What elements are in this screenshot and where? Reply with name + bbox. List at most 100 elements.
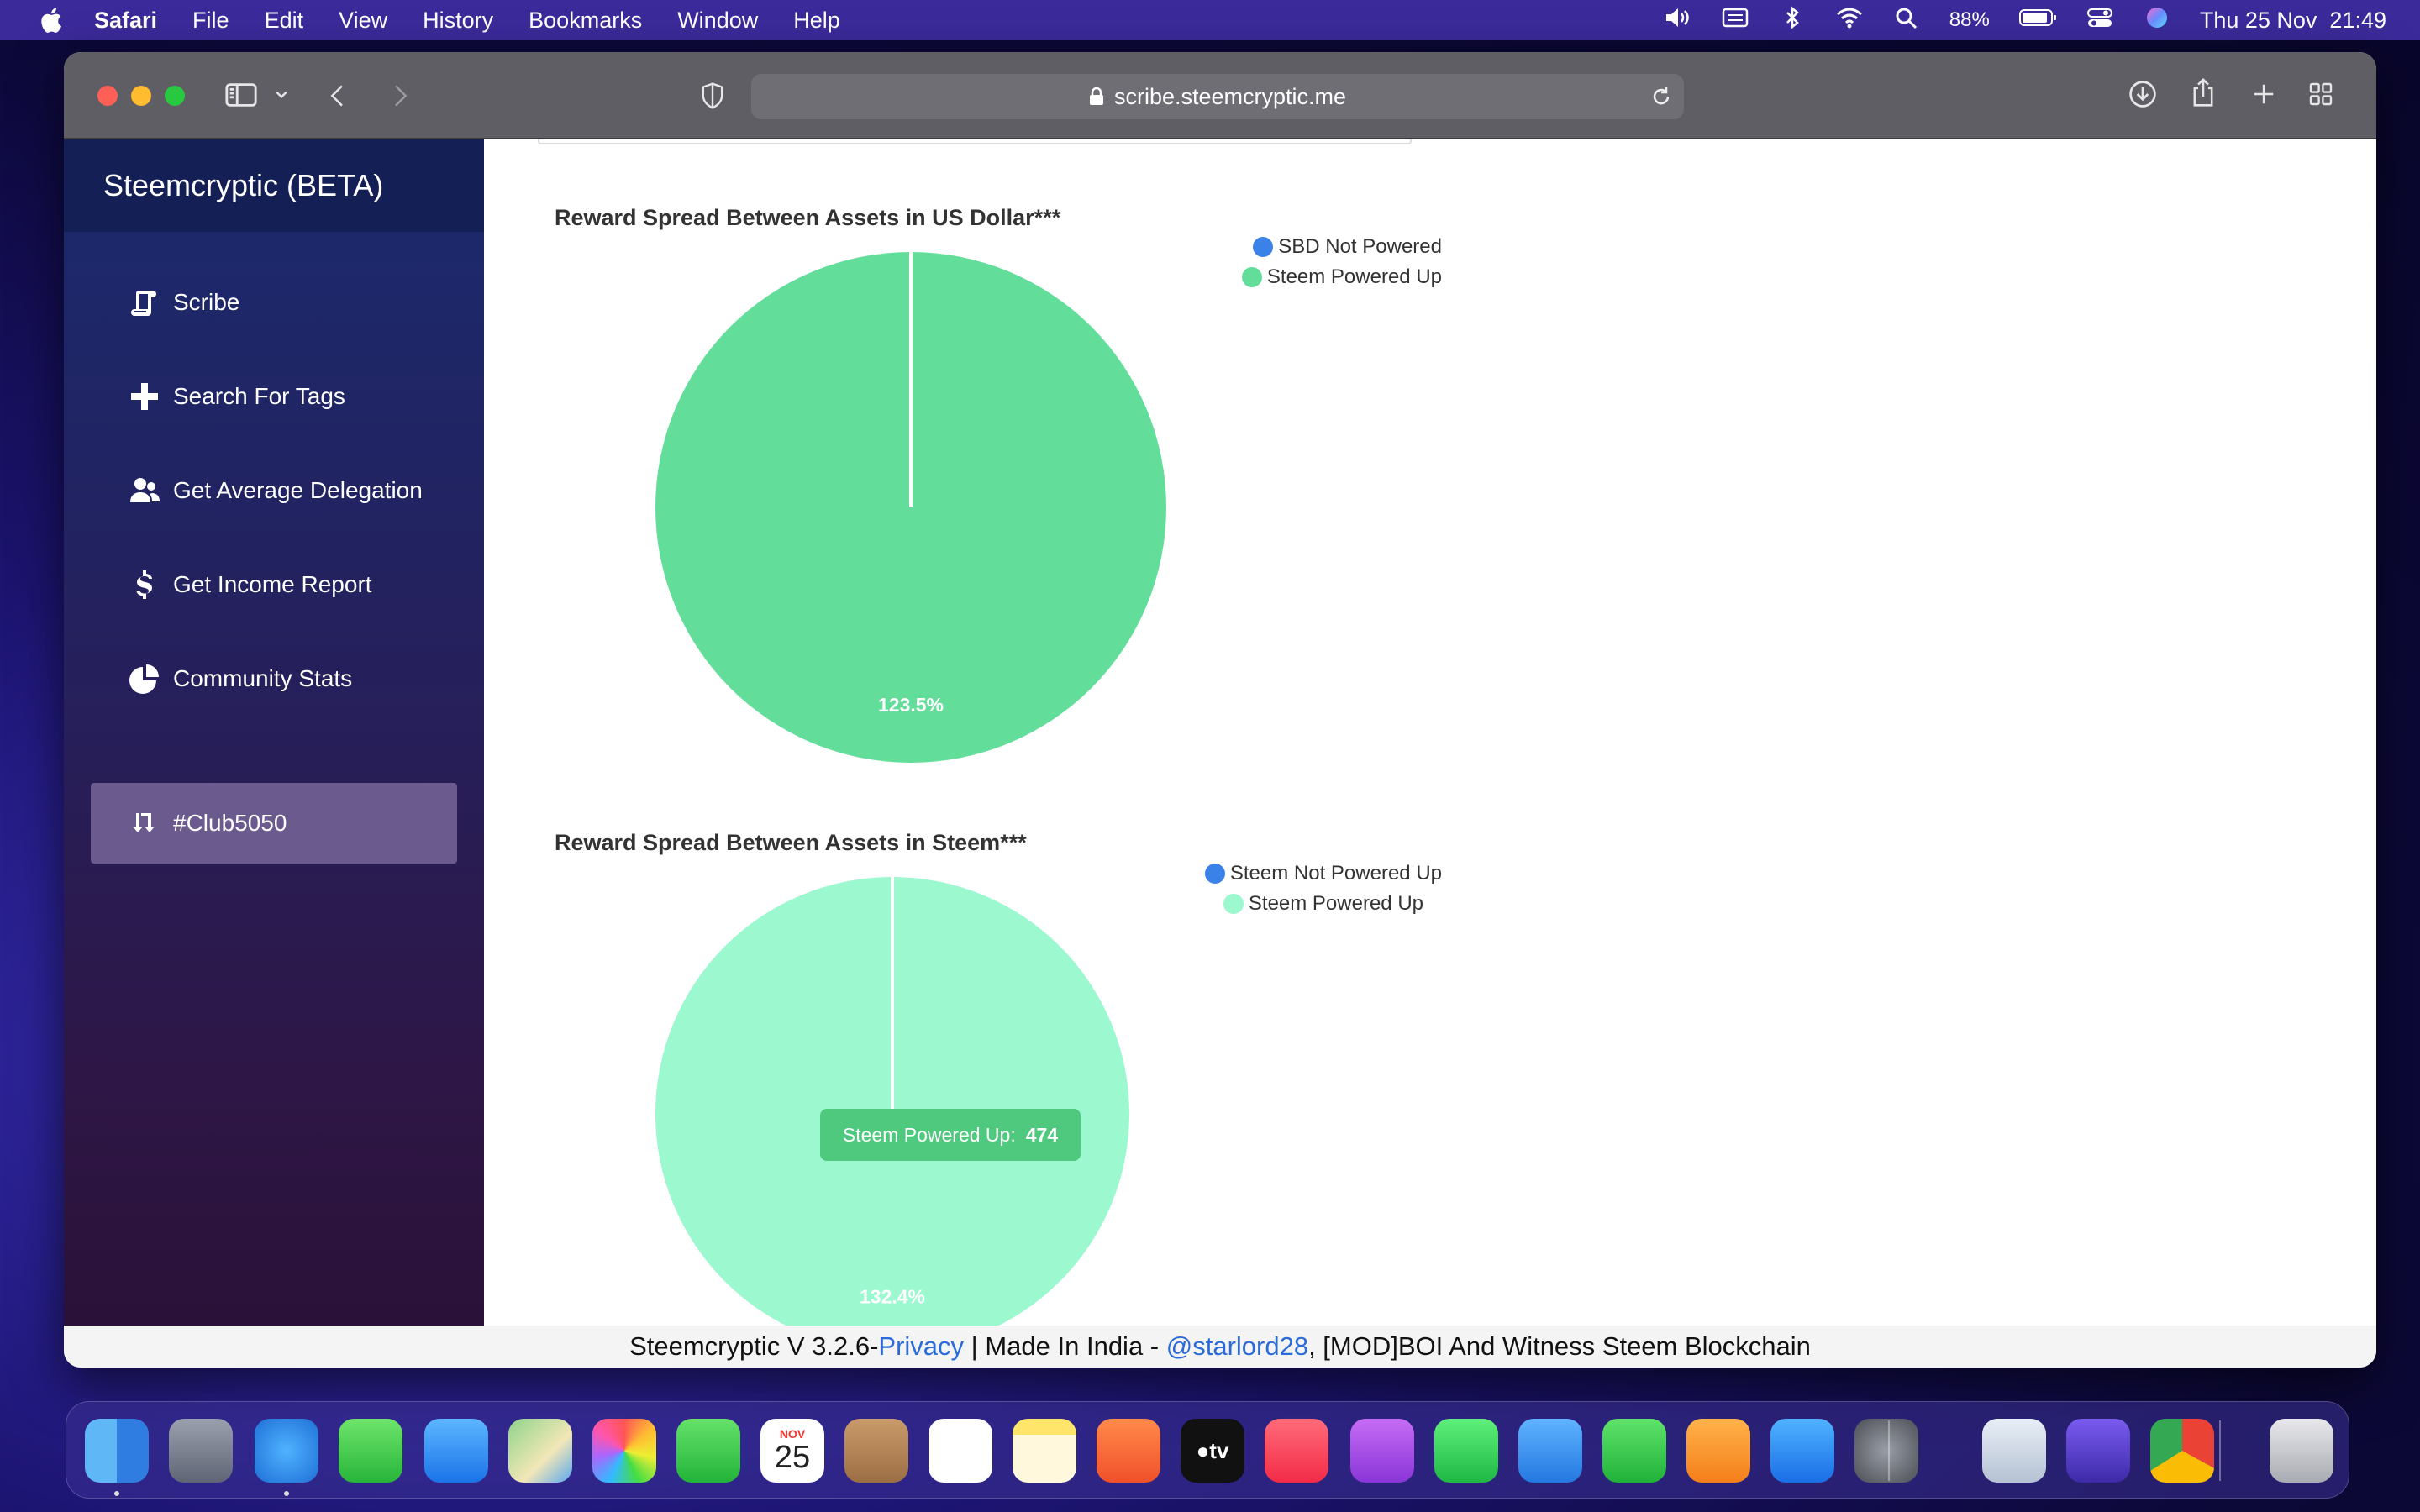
chevron-down-icon[interactable]	[269, 82, 294, 108]
sidebar-item-community-stats[interactable]: Community Stats	[91, 638, 457, 719]
dock-swift-playgrounds-icon[interactable]	[1097, 1419, 1160, 1483]
legend-label: Steem Not Powered Up	[1229, 862, 1442, 885]
author-link[interactable]: @starlord28	[1166, 1331, 1308, 1362]
dollar-icon	[128, 568, 161, 601]
menu-app-name[interactable]: Safari	[94, 8, 157, 34]
legend-item[interactable]: Steem Powered Up	[1123, 889, 1442, 919]
new-tab-icon[interactable]	[2247, 77, 2281, 111]
dock-safari-icon[interactable]	[255, 1419, 318, 1483]
sidebar-item-average-delegation[interactable]: Get Average Delegation	[91, 450, 457, 531]
dock-separator	[1888, 1420, 1890, 1481]
dock-separator	[2219, 1420, 2221, 1481]
footer-made-in: | Made In India -	[964, 1331, 1166, 1361]
back-button[interactable]	[323, 79, 353, 113]
chart-tooltip: Steem Powered Up: 474	[820, 1109, 1081, 1161]
menu-bookmarks[interactable]: Bookmarks	[529, 8, 642, 34]
sidebar-item-search-tags[interactable]: Search For Tags	[91, 356, 457, 437]
dock-numbers-icon[interactable]	[1602, 1419, 1666, 1483]
forward-button[interactable]	[385, 79, 415, 113]
menu-bar: Safari File Edit View History Bookmarks …	[0, 0, 2420, 40]
dock-music-icon[interactable]	[1265, 1419, 1328, 1483]
legend-label: Steem Powered Up	[1248, 892, 1423, 915]
share-icon[interactable]	[2186, 74, 2220, 111]
dock-contacts-icon[interactable]	[844, 1419, 908, 1483]
retweet-icon	[128, 806, 161, 840]
dock-podcasts-icon[interactable]	[1350, 1419, 1414, 1483]
menu-file[interactable]: File	[192, 8, 229, 34]
sidebar-item-label: Community Stats	[173, 665, 353, 691]
menu-view[interactable]: View	[339, 8, 387, 34]
menu-help[interactable]: Help	[793, 8, 840, 34]
legend-item[interactable]: Steem Powered Up	[1123, 262, 1442, 292]
brand-title[interactable]: Steemcryptic (BETA)	[64, 139, 484, 232]
browser-toolbar: scribe.steemcryptic.me	[64, 52, 2376, 139]
dock-keynote-icon[interactable]	[1518, 1419, 1582, 1483]
calendar-month: NOV	[779, 1427, 806, 1441]
chart-legend: Steem Not Powered Up Steem Powered Up	[1123, 858, 1442, 919]
reload-icon[interactable]	[1650, 86, 1672, 108]
dock-system-preferences-icon[interactable]	[1854, 1419, 1918, 1483]
legend-item[interactable]: Steem Not Powered Up	[1123, 858, 1442, 889]
dock-maps-icon[interactable]	[508, 1419, 572, 1483]
privacy-link[interactable]: Privacy	[878, 1331, 964, 1362]
dock-mail-icon[interactable]	[424, 1419, 488, 1483]
menu-clock[interactable]: Thu 25 Nov 21:49	[2200, 8, 2386, 34]
dock-chrome-icon[interactable]	[2150, 1419, 2214, 1483]
volume-icon[interactable]	[1664, 5, 1692, 36]
chart-title: Reward Spread Between Assets in US Dolla…	[555, 205, 1061, 230]
footer-version: Steemcryptic V 3.2.6-	[629, 1331, 879, 1361]
siri-icon[interactable]	[2143, 5, 2171, 36]
menu-edit[interactable]: Edit	[265, 8, 304, 34]
sidebar-item-income-report[interactable]: Get Income Report	[91, 544, 457, 625]
dock-notes-icon[interactable]	[1013, 1419, 1076, 1483]
sidebar-item-label: Get Income Report	[173, 571, 372, 597]
address-bar[interactable]: scribe.steemcryptic.me	[751, 74, 1684, 119]
downloads-icon[interactable]	[2126, 77, 2160, 111]
minimize-window-button[interactable]	[131, 86, 151, 106]
dock-calendar-icon[interactable]: NOV 25	[760, 1419, 824, 1483]
dock-tv-icon[interactable]: ●tv	[1181, 1419, 1244, 1483]
dock-whatsapp-icon[interactable]	[1434, 1419, 1498, 1483]
legend-swatch	[1223, 894, 1244, 914]
sidebar-item-club5050[interactable]: #Club5050	[91, 783, 457, 864]
scroll-icon	[128, 286, 161, 319]
wifi-icon[interactable]	[1835, 5, 1864, 36]
tab-overview-icon[interactable]	[2304, 77, 2338, 111]
battery-icon[interactable]	[2018, 5, 2057, 36]
calendar-day: 25	[774, 1440, 811, 1475]
dock-messages-icon[interactable]	[339, 1419, 402, 1483]
legend-item[interactable]: SBD Not Powered	[1123, 232, 1442, 262]
running-indicator	[284, 1491, 289, 1496]
dock-reminders-icon[interactable]	[929, 1419, 992, 1483]
close-window-button[interactable]	[97, 86, 118, 106]
control-center-icon[interactable]	[2086, 5, 2114, 36]
dock-photos-icon[interactable]	[592, 1419, 656, 1483]
sidebar-item-label: Search For Tags	[173, 383, 345, 409]
menu-window[interactable]: Window	[677, 8, 758, 34]
dock-trash-icon[interactable]	[2270, 1419, 2333, 1483]
legend-swatch	[1204, 864, 1225, 884]
spotlight-search-icon[interactable]	[1892, 5, 1921, 36]
tv-glyph: ●tv	[1196, 1437, 1229, 1463]
apple-menu-icon[interactable]	[30, 0, 71, 40]
dock-app-store-icon[interactable]	[1770, 1419, 1834, 1483]
url-text: scribe.steemcryptic.me	[1113, 83, 1347, 109]
privacy-shield-icon[interactable]	[696, 77, 729, 114]
zoom-window-button[interactable]	[165, 86, 185, 106]
main-content: Reward Spread Between Assets in US Dolla…	[484, 139, 2376, 1351]
dock-finder-icon[interactable]	[85, 1419, 149, 1483]
pie-chart-usd[interactable]: 123.5%	[655, 252, 1166, 763]
dock-preview-icon[interactable]	[1982, 1419, 2046, 1483]
bluetooth-icon[interactable]	[1778, 5, 1807, 36]
tooltip-label: Steem Powered Up:	[842, 1123, 1016, 1146]
sidebar-item-scribe[interactable]: Scribe	[91, 262, 457, 343]
sidebar-toggle-icon[interactable]	[224, 77, 259, 113]
dock-pages-icon[interactable]	[1686, 1419, 1750, 1483]
dock-launchpad-icon[interactable]	[169, 1419, 233, 1483]
menu-history[interactable]: History	[423, 8, 493, 34]
dock-facetime-icon[interactable]	[676, 1419, 740, 1483]
dock-imovie-icon[interactable]	[2066, 1419, 2130, 1483]
users-icon	[128, 474, 161, 507]
keyboard-input-icon[interactable]	[1721, 5, 1749, 36]
lock-icon	[1089, 87, 1103, 105]
